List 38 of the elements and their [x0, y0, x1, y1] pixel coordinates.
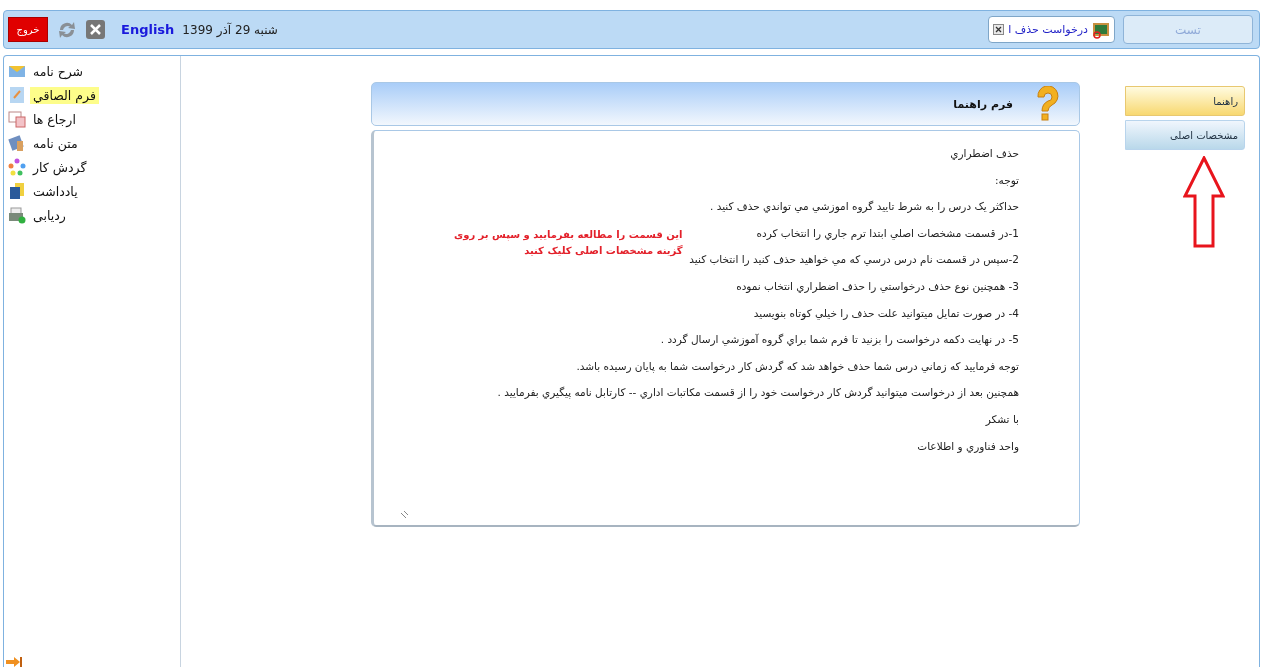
sidebar-item[interactable]: متن نامه [30, 134, 81, 152]
chalkboard-icon [1092, 20, 1110, 39]
date-text: شنبه 29 آذر 1399 [182, 22, 278, 37]
side-tab[interactable]: راهنما [1125, 86, 1245, 116]
resize-grip-icon[interactable] [400, 510, 409, 519]
instruction-text: واحد فناوري و اطلاعات [917, 439, 1019, 453]
sidebar-item[interactable]: يادداشت [30, 182, 81, 200]
sidebar-item[interactable]: فرم الصاقي [30, 86, 99, 104]
language-link[interactable]: English [121, 22, 175, 37]
document-icon [8, 86, 26, 104]
collapse-icon[interactable] [6, 657, 22, 667]
instruction-text: حذف اضطراري [950, 147, 1019, 160]
instruction-text: با تشکر [985, 412, 1019, 426]
instruction-text: همچنين بعد از درخواست ميتوانيد گردش كار درخواست خود را از قسمت مكاتبات اداري -- كارتابل نامه پيگيري بفرماييد . [497, 386, 1019, 400]
note-text: این قسمت را مطالعه بفرمایید و سپس بر روی گزینه مشخصات اصلی کلیک کنید [454, 228, 683, 259]
side-tab[interactable]: مشخصات اصلی [1125, 120, 1245, 150]
document-icon [8, 134, 26, 152]
sidebar-item[interactable]: گردش کار [30, 158, 90, 176]
workflow-icon [8, 158, 26, 176]
card-title: فرم راهنما [953, 97, 1013, 111]
sidebar-item[interactable]: شرح نامه [30, 62, 87, 80]
instruction-text: 3- همچنين نوع حذف درخواستي را حذف اضطراري انتخاب نموده [736, 279, 1019, 293]
printer-icon [8, 206, 26, 224]
close-icon[interactable] [993, 24, 1005, 35]
instruction-text: 1-در قسمت مشخصات اصلي ابتدا ترم جاري را انتخاب كرده [756, 226, 1019, 240]
exit-button[interactable]: خروج [8, 17, 48, 42]
instruction-text: توجه فرماييد كه زماني درس شما حذف خواهد شد كه گردش كار درخواست شما به پايان رسيده باشد. [576, 359, 1019, 373]
instruction-text: حداكثر يک درس را به شرط تاييد گروه اموزشي مي تواندي حذف كنيد . [709, 200, 1019, 214]
question-icon [1035, 86, 1061, 122]
notebook-icon [8, 182, 26, 200]
instruction-text: 2-سپس در قسمت نام درس درسي كه مي خواهيد حذف كنيد را انتخاب كنيد [689, 253, 1019, 267]
sidebar-item[interactable]: ارجاع ها [30, 110, 79, 128]
sidebar-item[interactable]: ردیابی [30, 206, 69, 224]
document-tab[interactable]: درخواست حذف ا [988, 16, 1115, 43]
instruction-text: 5- در نهايت دكمه درخواست را بزنيد تا فرم شما براي گروه آموزشي ارسال گردد . [660, 333, 1019, 347]
instruction-text: 4- در صورت تمايل ميتوانيد علت حذف را خيلي كوتاه بنويسيد [753, 306, 1019, 320]
calendar-icon [8, 110, 26, 128]
instruction-text: توجه: [995, 173, 1019, 187]
